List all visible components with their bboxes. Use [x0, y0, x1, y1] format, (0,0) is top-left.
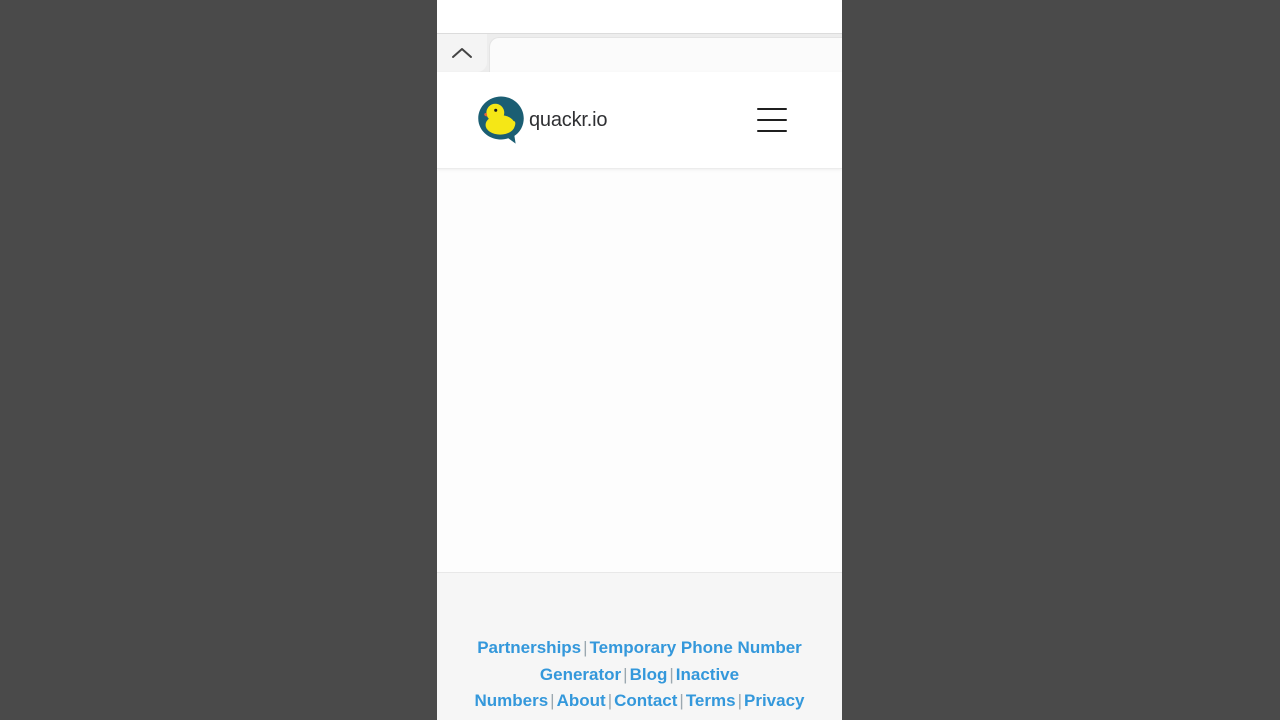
footer-separator: | — [669, 664, 674, 684]
footer-separator: | — [737, 691, 742, 710]
hamburger-line-1 — [757, 108, 787, 110]
footer-separator: | — [550, 691, 555, 710]
footer-link-about[interactable]: About — [557, 691, 606, 710]
footer-separator: | — [583, 638, 588, 657]
footer-link-partnerships[interactable]: Partnerships — [477, 638, 581, 657]
collapse-suggestions-button[interactable] — [437, 34, 487, 72]
footer-separator: | — [607, 691, 613, 710]
screen-root: Austerra Account? — [0, 0, 1280, 720]
footer-separator: | — [679, 691, 684, 710]
page-top-cut-strip: Austerra Account? — [437, 0, 842, 33]
site-footer: Partnerships | Temporary Phone Number Gene… — [437, 572, 842, 720]
main-content-area — [437, 169, 842, 572]
hamburger-line-2 — [757, 119, 787, 121]
footer-link-terms[interactable]: Terms — [686, 691, 736, 710]
chevron-up-icon — [451, 46, 473, 60]
suggestion-input-field[interactable] — [489, 37, 842, 72]
footer-separator: | — [623, 664, 628, 684]
footer-link-list: Partnerships | Temporary Phone Number Gene… — [453, 635, 826, 720]
site-header: quackr.io — [437, 72, 842, 169]
hamburger-menu-icon[interactable] — [757, 108, 787, 132]
footer-link-contact[interactable]: Contact — [614, 691, 677, 710]
brand-name-text: quackr.io — [529, 108, 608, 131]
footer-link-blog[interactable]: Blog — [630, 665, 668, 684]
cut-off-heading-text: Austerra Account? — [437, 0, 842, 5]
hamburger-line-3 — [757, 130, 787, 132]
quackr-duck-logo-icon — [475, 94, 527, 146]
brand-logo-link[interactable]: quackr.io — [475, 94, 607, 146]
browser-suggestion-bar — [437, 33, 842, 72]
mobile-browser-viewport: Austerra Account? — [437, 0, 842, 720]
